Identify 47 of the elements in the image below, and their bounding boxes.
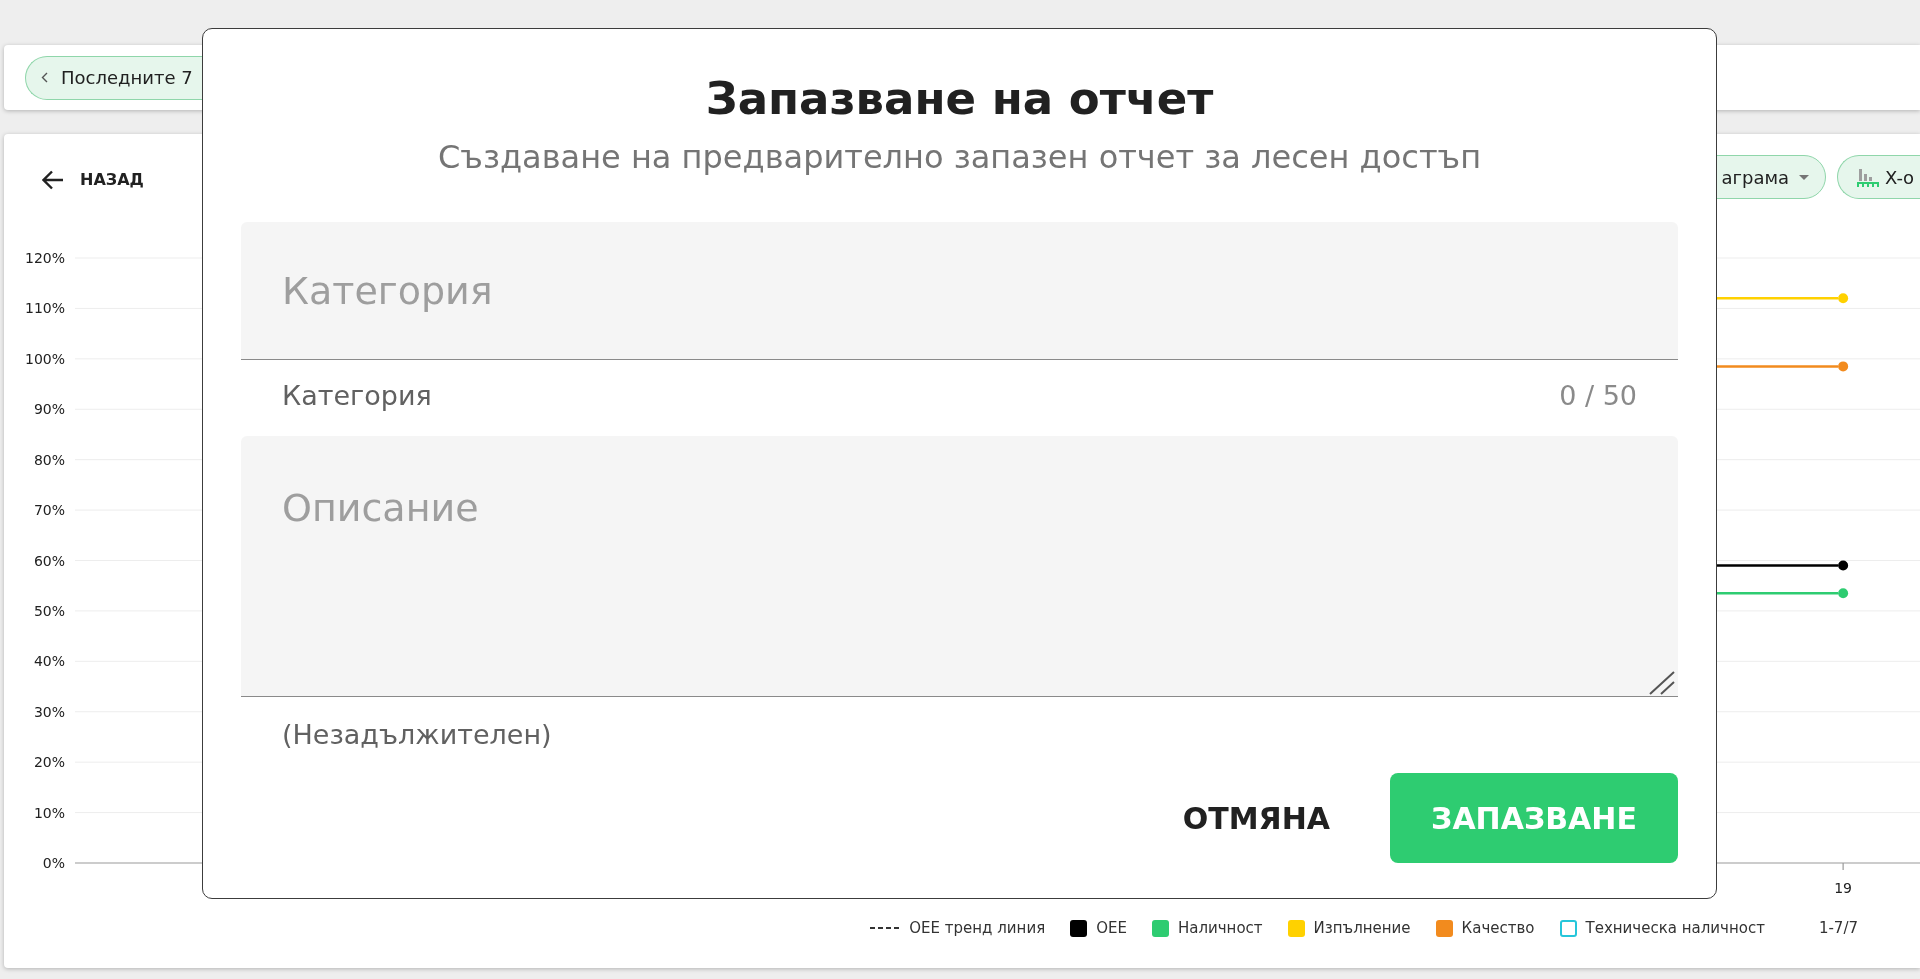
axis-label: 120%	[24, 250, 65, 266]
legend-item[interactable]: OEE	[1070, 916, 1127, 940]
arrow-left-icon	[42, 170, 64, 190]
helper-text: Категория	[282, 378, 432, 413]
data-point	[1838, 293, 1849, 304]
back-button[interactable]: НАЗАД	[38, 162, 148, 198]
dialog-title: Запазване на отчет	[704, 73, 1215, 125]
cancel-button[interactable]: ОТМЯНА	[1162, 788, 1350, 848]
legend-item[interactable]: OEE тренд линия	[870, 916, 1046, 940]
caret-down-icon	[1799, 174, 1810, 180]
category-field[interactable]: Категория	[241, 222, 1678, 360]
data-point	[1838, 560, 1849, 571]
legend-item[interactable]: Изпълнение	[1287, 916, 1411, 940]
resize-handle-icon[interactable]	[1649, 671, 1675, 695]
legend-label: OEE тренд линия	[909, 917, 1046, 939]
legend-label: Изпълнение	[1313, 917, 1411, 939]
axis-label: 50%	[33, 602, 65, 619]
axis-label: 90%	[33, 401, 65, 418]
chevron-left-icon	[41, 72, 48, 83]
legend-item[interactable]: Техническа наличност	[1559, 916, 1765, 940]
page-indicator: 1-7/7	[1818, 917, 1858, 939]
description-field[interactable]: Описание	[241, 436, 1678, 697]
legend-label: OEE	[1096, 917, 1127, 939]
legend-item[interactable]: Наличност	[1151, 916, 1263, 940]
data-point	[1838, 588, 1849, 599]
legend-label: Качество	[1461, 917, 1535, 939]
axis-label: 60%	[33, 552, 65, 569]
axis-label: 100%	[24, 350, 65, 367]
axis-label: 110%	[24, 300, 65, 317]
x-axis-chip[interactable]: X-о	[1837, 155, 1920, 199]
axis-label: 30%	[33, 703, 65, 720]
axis-label: 19	[1834, 880, 1853, 896]
axis-label: 80%	[33, 451, 65, 468]
legend-label: Техническа наличност	[1585, 917, 1765, 939]
axis-label: 40%	[33, 653, 65, 670]
axis-label: 20%	[33, 754, 65, 771]
axis-label: 10%	[33, 804, 65, 821]
helper-text: (Незадължителен)	[282, 717, 552, 752]
legend-label: Наличност	[1177, 917, 1263, 939]
bar-chart-icon	[1857, 167, 1880, 187]
character-counter: 0 / 50	[1559, 378, 1637, 413]
axis-label: 0%	[42, 855, 65, 871]
legend-item[interactable]: Качество	[1435, 916, 1535, 940]
dialog-subtitle: Създаване на предварително запазен отчет за лесен достъп	[436, 138, 1483, 176]
data-point	[1838, 361, 1849, 372]
date-range-chip[interactable]: Последните 7	[25, 55, 203, 100]
axis-label: 70%	[33, 502, 65, 519]
